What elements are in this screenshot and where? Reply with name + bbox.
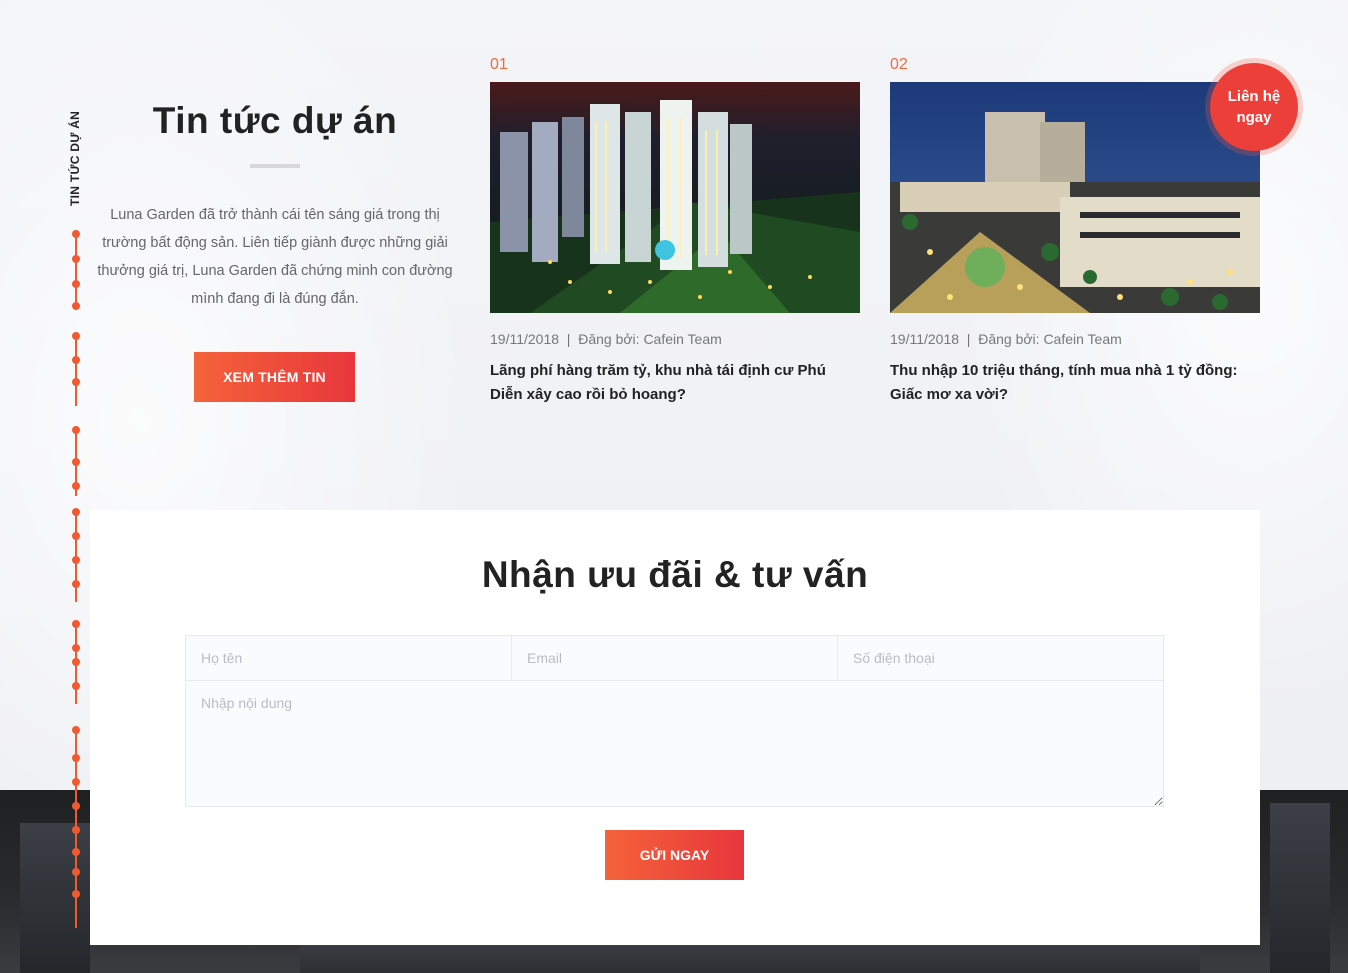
side-nav-dot[interactable] — [72, 890, 80, 898]
side-nav-dot[interactable] — [72, 255, 80, 263]
side-nav-dot[interactable] — [72, 802, 80, 810]
submit-button[interactable]: GỬI NGAY — [605, 830, 744, 880]
message-field[interactable] — [185, 680, 1164, 807]
side-nav-label: TIN TỨC DỰ ÁN — [68, 110, 82, 206]
side-nav-dot[interactable] — [72, 356, 80, 364]
side-nav-track[interactable] — [72, 228, 80, 928]
side-nav-dot[interactable] — [72, 482, 80, 490]
form-fields-row — [185, 635, 1164, 681]
name-field[interactable] — [185, 635, 512, 681]
side-nav-dot[interactable] — [72, 778, 80, 786]
contact-now-badge[interactable]: Liên hệ ngay — [1205, 58, 1303, 156]
side-nav-dot[interactable] — [72, 508, 80, 516]
contact-now-button[interactable]: Liên hệ ngay — [1210, 63, 1298, 151]
side-nav-dot[interactable] — [72, 848, 80, 856]
side-nav-dot[interactable] — [72, 658, 80, 666]
side-nav-dot[interactable] — [72, 868, 80, 876]
section-description: Luna Garden đã trở thành cái tên sáng gi… — [97, 207, 453, 307]
section-title: Tin tức dự án — [152, 100, 398, 141]
news-thumbnail[interactable] — [890, 82, 1260, 313]
news-card[interactable]: 01 19/11/2018 | Đăng bởi: Cafein Team Lã… — [490, 56, 860, 407]
side-nav-dot[interactable] — [72, 754, 80, 762]
view-more-news-button[interactable]: XEM THÊM TIN — [194, 352, 355, 402]
news-title-link[interactable]: Thu nhập 10 triệu tháng, tính mua nhà 1 … — [890, 359, 1260, 407]
contact-badge-line2: ngay — [1236, 109, 1272, 126]
news-thumbnail[interactable] — [490, 82, 860, 313]
side-nav-dot[interactable] — [72, 726, 80, 734]
side-nav-dot[interactable] — [72, 302, 80, 310]
news-number: 02 — [890, 56, 908, 73]
side-nav-dot[interactable] — [72, 556, 80, 564]
side-nav-dot[interactable] — [72, 426, 80, 434]
side-nav-dot[interactable] — [72, 230, 80, 238]
title-divider — [250, 164, 300, 168]
news-title-link[interactable]: Lãng phí hàng trăm tỷ, khu nhà tái định … — [490, 359, 860, 407]
form-title: Nhận ưu đãi & tư vấn — [481, 554, 869, 595]
consultation-form: Nhận ưu đãi & tư vấn GỬI NGAY — [90, 510, 1260, 945]
news-number: 01 — [490, 56, 508, 73]
side-nav-dot[interactable] — [72, 458, 80, 466]
phone-field[interactable] — [838, 635, 1164, 681]
news-meta: 19/11/2018 | Đăng bởi: Cafein Team — [890, 331, 1122, 347]
news-meta: 19/11/2018 | Đăng bởi: Cafein Team — [490, 331, 722, 347]
side-nav-dot[interactable] — [72, 378, 80, 386]
side-nav-dot[interactable] — [72, 332, 80, 340]
contact-badge-line1: Liên hệ — [1227, 88, 1281, 105]
news-intro: Tin tức dự án Luna Garden đã trở thành c… — [90, 100, 460, 313]
side-nav-dot[interactable] — [72, 280, 80, 288]
side-nav-dot[interactable] — [72, 620, 80, 628]
side-nav-dot[interactable] — [72, 826, 80, 834]
side-nav-dot[interactable] — [72, 580, 80, 588]
side-nav-dot[interactable] — [72, 644, 80, 652]
side-nav-dot[interactable] — [72, 532, 80, 540]
email-field[interactable] — [512, 635, 838, 681]
side-nav-dot[interactable] — [72, 682, 80, 690]
